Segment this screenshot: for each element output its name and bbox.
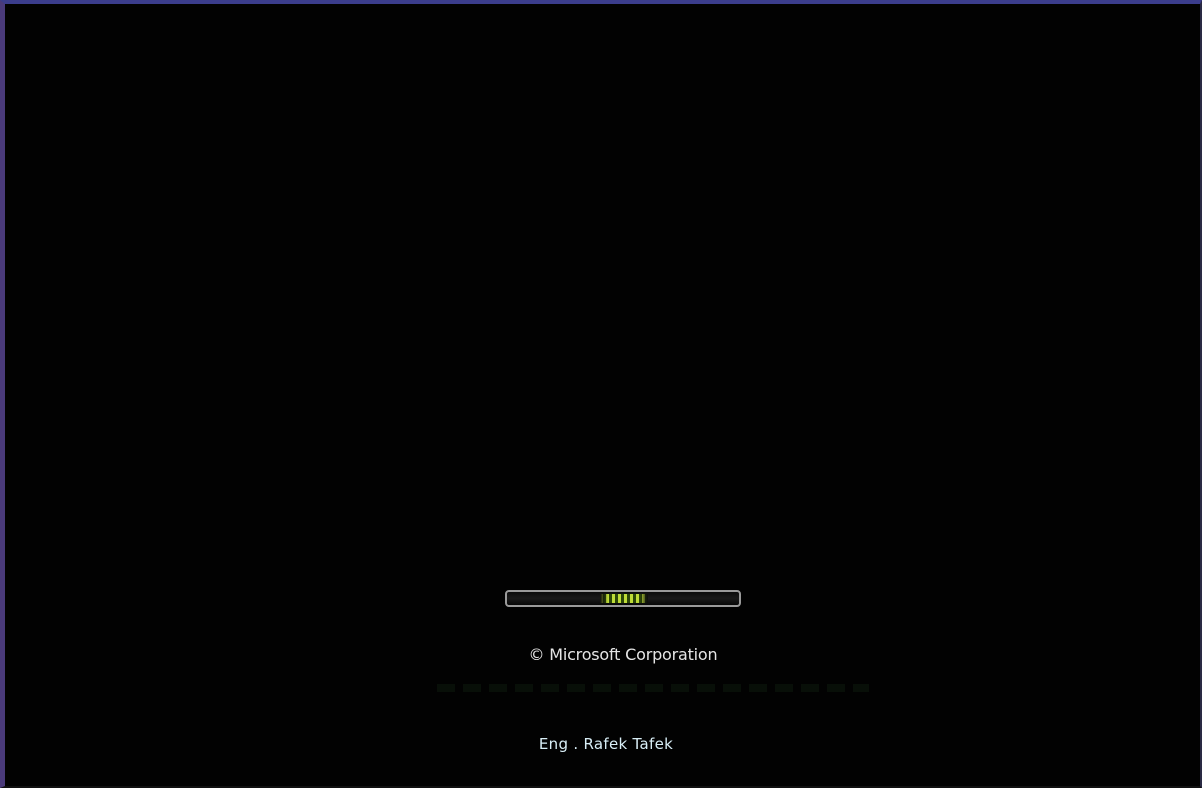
boot-screen: © Microsoft Corporation Eng . Rafek Tafe… — [0, 0, 1202, 788]
author-credit: Eng . Rafek Tafek — [538, 735, 674, 753]
copyright-text: © Microsoft Corporation — [528, 645, 718, 664]
progress-indicator — [600, 594, 648, 603]
boot-progress-bar — [505, 590, 741, 607]
faded-text-artifact — [437, 684, 869, 692]
